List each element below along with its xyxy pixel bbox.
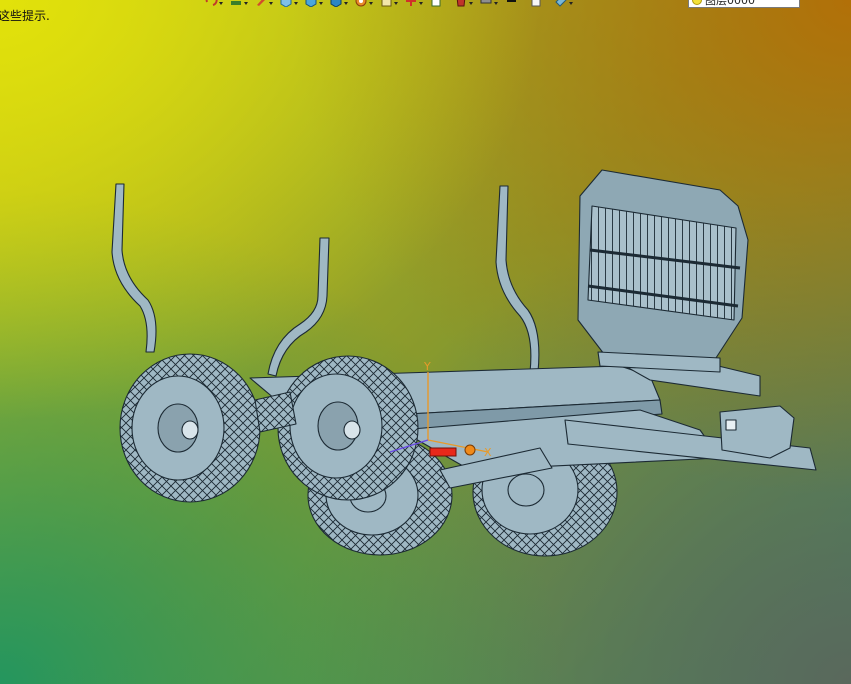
triad-x-label: X [484,446,492,459]
headboard [577,169,749,373]
stake-middle [267,237,330,377]
drawbar [719,405,795,459]
front-left-wheel [119,353,261,503]
trailer-3d-model[interactable]: Y X [0,0,851,684]
front-right-wheel [277,355,419,501]
3d-viewport[interactable]: 这些提示. 图层0000 Y X [0,0,851,684]
triad-y-label: Y [423,360,431,373]
stake-right [495,185,540,373]
stake-left [111,183,157,353]
